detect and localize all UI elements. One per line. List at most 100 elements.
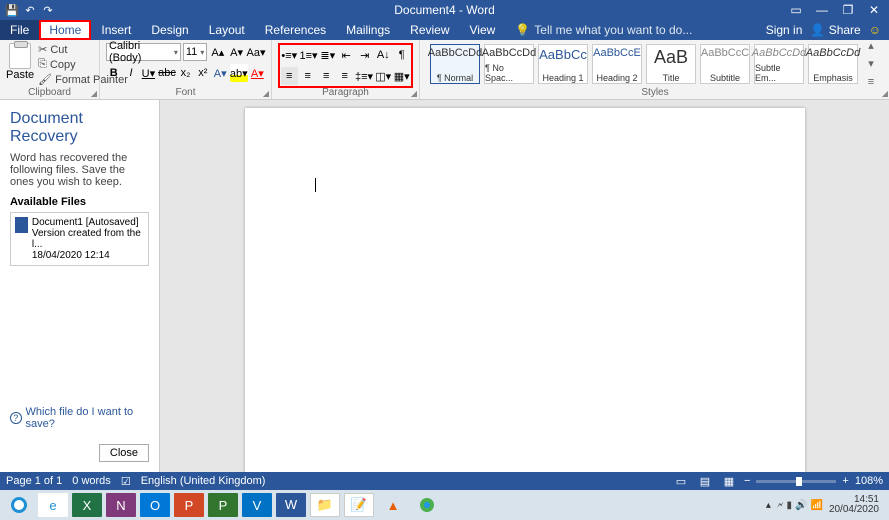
notepad-icon[interactable]: 📝 xyxy=(344,493,374,517)
decrease-indent-button[interactable]: ⇤ xyxy=(338,46,355,64)
styles-up[interactable]: ▴ xyxy=(862,37,880,55)
save-icon[interactable]: 💾 xyxy=(4,2,20,18)
sort-button[interactable]: A↓ xyxy=(375,46,392,64)
tray-time[interactable]: 14:51 xyxy=(829,495,879,505)
chrome-icon[interactable] xyxy=(412,493,442,517)
start-button[interactable] xyxy=(4,493,34,517)
style-emphasis[interactable]: AaBbCcDdEmphasis xyxy=(808,44,858,84)
styles-down[interactable]: ▾ xyxy=(862,55,880,73)
align-left-button[interactable]: ≡ xyxy=(281,67,298,85)
minimize-icon[interactable]: — xyxy=(815,3,829,17)
align-center-button[interactable]: ≡ xyxy=(300,67,317,85)
recovery-close-button[interactable]: Close xyxy=(99,444,149,462)
read-mode-icon[interactable]: ▭ xyxy=(672,472,690,490)
page-indicator[interactable]: Page 1 of 1 xyxy=(6,475,62,487)
publisher-icon[interactable]: P xyxy=(208,493,238,517)
tab-insert[interactable]: Insert xyxy=(91,20,141,40)
styles-dialog-launcher[interactable]: ◢ xyxy=(882,89,888,98)
strikethrough-button[interactable]: abc xyxy=(158,64,176,82)
word-icon[interactable]: W xyxy=(276,493,306,517)
vlc-icon[interactable]: ▲ xyxy=(378,493,408,517)
show-marks-button[interactable]: ¶ xyxy=(394,46,411,64)
visio-icon[interactable]: V xyxy=(242,493,272,517)
undo-icon[interactable]: ↶ xyxy=(22,2,38,18)
change-case-button[interactable]: Aa▾ xyxy=(247,43,265,61)
tab-review[interactable]: Review xyxy=(400,20,459,40)
bullets-button[interactable]: •≡▾ xyxy=(281,46,298,64)
numbering-button[interactable]: 1≡▾ xyxy=(300,46,318,64)
underline-button[interactable]: U▾ xyxy=(141,64,156,82)
tab-view[interactable]: View xyxy=(460,20,506,40)
text-effects-button[interactable]: A▾ xyxy=(213,64,228,82)
style-no-spacing[interactable]: AaBbCcDd¶ No Spac... xyxy=(484,44,534,84)
onenote-icon[interactable]: N xyxy=(106,493,136,517)
ribbon-display-icon[interactable]: ▭ xyxy=(789,3,803,17)
zoom-out-button[interactable]: − xyxy=(744,475,750,487)
document-canvas[interactable] xyxy=(160,100,889,472)
align-right-button[interactable]: ≡ xyxy=(318,67,335,85)
outlook-icon[interactable]: O xyxy=(140,493,170,517)
excel-icon[interactable]: X xyxy=(72,493,102,517)
paragraph-dialog-launcher[interactable]: ◢ xyxy=(411,89,417,98)
paste-button[interactable]: Paste xyxy=(6,43,34,86)
signin-link[interactable]: Sign in xyxy=(766,23,803,37)
tray-date[interactable]: 20/04/2020 xyxy=(829,505,879,515)
shading-button[interactable]: ◫▾ xyxy=(375,67,392,85)
zoom-level[interactable]: 108% xyxy=(855,475,883,487)
zoom-slider[interactable] xyxy=(756,480,836,483)
word-count[interactable]: 0 words xyxy=(72,475,111,487)
volume-icon[interactable]: 🔊 xyxy=(795,500,807,511)
tab-home[interactable]: Home xyxy=(39,20,91,40)
bold-button[interactable]: B xyxy=(106,64,121,82)
zoom-in-button[interactable]: + xyxy=(842,475,848,487)
tab-references[interactable]: References xyxy=(255,20,336,40)
tab-layout[interactable]: Layout xyxy=(199,20,255,40)
increase-indent-button[interactable]: ⇥ xyxy=(357,46,374,64)
font-size-select[interactable]: 11▾ xyxy=(183,43,208,61)
grow-font-button[interactable]: A▴ xyxy=(209,43,226,61)
tray-chevron-icon[interactable]: ▴ xyxy=(766,500,771,511)
redo-icon[interactable]: ↷ xyxy=(40,2,56,18)
close-icon[interactable]: ✕ xyxy=(867,3,881,17)
shrink-font-button[interactable]: A▾ xyxy=(228,43,245,61)
tab-design[interactable]: Design xyxy=(141,20,198,40)
network-icon[interactable]: ▮ xyxy=(787,500,793,511)
tab-mailings[interactable]: Mailings xyxy=(336,20,400,40)
language-indicator[interactable]: English (United Kingdom) xyxy=(141,475,266,487)
page[interactable] xyxy=(245,108,805,472)
web-layout-icon[interactable]: ▦ xyxy=(720,472,738,490)
style-subtle-emphasis[interactable]: AaBbCcDdSubtle Em... xyxy=(754,44,804,84)
maximize-icon[interactable]: ❐ xyxy=(841,3,855,17)
style-title[interactable]: AaBTitle xyxy=(646,44,696,84)
font-color-button[interactable]: A▾ xyxy=(250,64,265,82)
borders-button[interactable]: ▦▾ xyxy=(394,67,411,85)
powerpoint-icon[interactable]: P xyxy=(174,493,204,517)
italic-button[interactable]: I xyxy=(123,64,138,82)
file-explorer-icon[interactable]: 📁 xyxy=(310,493,340,517)
recovered-file-item[interactable]: Document1 [Autosaved] Version created fr… xyxy=(10,212,149,266)
highlight-button[interactable]: ab▾ xyxy=(230,64,248,82)
share-button[interactable]: 👤 Share xyxy=(810,23,860,37)
which-file-link[interactable]: ?Which file do I want to save? xyxy=(10,406,159,430)
justify-button[interactable]: ≡ xyxy=(337,67,354,85)
battery-icon[interactable]: 🗲 xyxy=(777,500,784,511)
ie-icon[interactable]: e xyxy=(38,493,68,517)
signal-icon[interactable]: 📶 xyxy=(810,500,822,511)
proofing-icon[interactable]: ☑ xyxy=(121,475,131,488)
print-layout-icon[interactable]: ▤ xyxy=(696,472,714,490)
font-dialog-launcher[interactable]: ◢ xyxy=(263,89,269,98)
line-spacing-button[interactable]: ‡≡▾ xyxy=(355,67,373,85)
clipboard-dialog-launcher[interactable]: ◢ xyxy=(91,89,97,98)
font-name-select[interactable]: Calibri (Body)▾ xyxy=(106,43,181,61)
zoom-thumb[interactable] xyxy=(796,477,802,486)
subscript-button[interactable]: x₂ xyxy=(178,64,193,82)
style-subtitle[interactable]: AaBbCcCSubtitle xyxy=(700,44,750,84)
tell-me[interactable]: 💡 Tell me what you want to do... xyxy=(505,20,692,40)
smiley-icon[interactable]: ☺ xyxy=(869,23,881,37)
style-heading-2[interactable]: AaBbCcEHeading 2 xyxy=(592,44,642,84)
style-heading-1[interactable]: AaBbCcHeading 1 xyxy=(538,44,588,84)
multilevel-list-button[interactable]: ≣▾ xyxy=(320,46,337,64)
style-normal[interactable]: AaBbCcDd¶ Normal xyxy=(430,44,480,84)
tab-file[interactable]: File xyxy=(0,20,39,40)
superscript-button[interactable]: x² xyxy=(195,64,210,82)
